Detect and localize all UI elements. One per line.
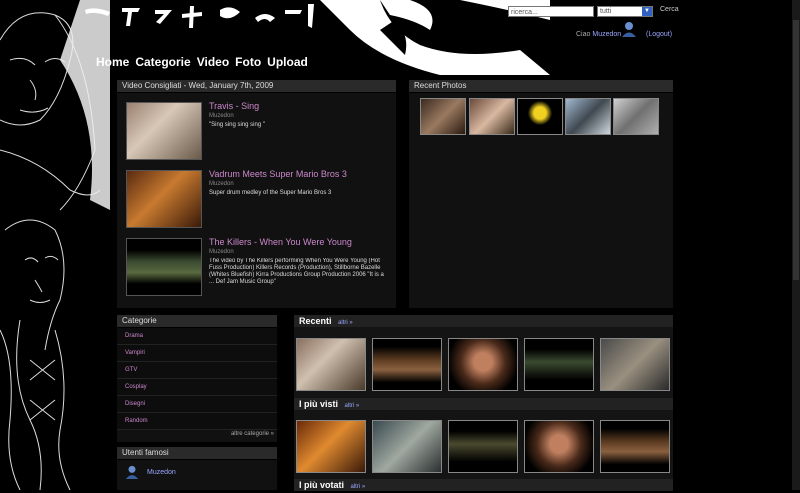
video-thumb[interactable] xyxy=(296,338,366,391)
famous-users-panel: Utenti famosi Muzedon xyxy=(117,447,277,490)
glyph-banner-logo xyxy=(85,4,314,28)
category-item[interactable]: Disegni xyxy=(117,396,277,413)
nav-categorie[interactable]: Categorie xyxy=(135,55,190,69)
video-thumb[interactable] xyxy=(296,420,366,473)
featured-title: Video Consigliati - Wed, January 7th, 20… xyxy=(117,80,396,93)
more-link[interactable]: altri » xyxy=(338,320,353,326)
video-thumb[interactable] xyxy=(524,338,594,391)
video-thumb[interactable] xyxy=(372,420,442,473)
video-thumb[interactable] xyxy=(600,420,670,473)
category-item[interactable]: GTV xyxy=(117,362,277,379)
search-button[interactable]: Cerca xyxy=(660,6,679,13)
user-avatar-icon xyxy=(125,465,139,479)
featured-desc-2: Super drum medley of the Super Mario Bro… xyxy=(209,190,332,196)
section-title: I più visti xyxy=(299,399,339,409)
video-thumb[interactable] xyxy=(600,338,670,391)
main-nav: Home Categorie Video Foto Upload xyxy=(96,55,308,69)
search-input[interactable]: ricerca... xyxy=(508,6,594,17)
piu-votati-header: I più votati altri » xyxy=(294,479,673,491)
featured-title-2[interactable]: Vadrum Meets Super Mario Bros 3 xyxy=(209,169,347,179)
user-greeting: Ciao Muzedon xyxy=(576,31,621,38)
featured-thumb-3[interactable] xyxy=(126,238,202,296)
search-type-value: tutti xyxy=(600,8,612,15)
category-item[interactable]: Cosplay xyxy=(117,379,277,396)
famous-users-title: Utenti famosi xyxy=(117,447,277,460)
section-title: I più votati xyxy=(299,480,344,490)
photo-thumb[interactable] xyxy=(565,98,611,135)
featured-user-3[interactable]: Muzedon xyxy=(209,249,234,255)
more-categories-link[interactable]: altre categorie » xyxy=(231,431,274,437)
featured-user-2[interactable]: Muzedon xyxy=(209,181,234,187)
categories-panel: Categorie Drama Vampiri GTV Cosplay Dise… xyxy=(117,315,277,442)
featured-videos-panel: Video Consigliati - Wed, January 7th, 20… xyxy=(117,80,396,308)
gothic-figures-artwork xyxy=(0,0,110,490)
chevron-down-icon[interactable]: ▼ xyxy=(642,7,652,16)
featured-desc-1: "Sing sing sing sing " xyxy=(209,122,265,128)
scrollbar-thumb[interactable] xyxy=(793,20,799,280)
featured-thumb-1[interactable] xyxy=(126,102,202,160)
photo-thumb[interactable] xyxy=(613,98,659,135)
nav-video[interactable]: Video xyxy=(197,55,229,69)
featured-desc-3: The video by The Killers performing When… xyxy=(209,258,384,285)
page-scrollbar[interactable] xyxy=(792,0,800,490)
photo-thumb[interactable] xyxy=(517,98,563,135)
featured-title-3[interactable]: The Killers - When You Were Young xyxy=(209,237,352,247)
nav-upload[interactable]: Upload xyxy=(267,55,308,69)
featured-thumb-2[interactable] xyxy=(126,170,202,228)
category-item[interactable]: Vampiri xyxy=(117,345,277,362)
recent-photos-panel: Recent Photos xyxy=(409,80,673,308)
recent-photos-title: Recent Photos xyxy=(409,80,673,93)
logout-link[interactable]: (Logout) xyxy=(646,31,672,38)
video-thumb[interactable] xyxy=(448,338,518,391)
greeting-text: Ciao xyxy=(576,31,591,38)
nav-home[interactable]: Home xyxy=(96,55,129,69)
more-link[interactable]: altri » xyxy=(351,484,366,490)
video-thumb[interactable] xyxy=(372,338,442,391)
avatar-icon[interactable] xyxy=(621,21,637,37)
featured-user-1[interactable]: Muzedon xyxy=(209,113,234,119)
video-thumb[interactable] xyxy=(448,420,518,473)
section-title: Recenti xyxy=(299,316,332,326)
video-thumb[interactable] xyxy=(524,420,594,473)
recenti-header: Recenti altri » xyxy=(294,315,673,327)
nav-foto[interactable]: Foto xyxy=(235,55,261,69)
featured-title-1[interactable]: Travis - Sing xyxy=(209,101,259,111)
categories-title: Categorie xyxy=(117,315,277,328)
famous-user-link[interactable]: Muzedon xyxy=(147,469,176,476)
user-name-link[interactable]: Muzedon xyxy=(592,31,621,38)
category-item[interactable]: Random xyxy=(117,413,277,430)
more-link[interactable]: altri » xyxy=(345,403,360,409)
category-item[interactable]: Drama xyxy=(117,328,277,345)
piu-visti-header: I più visti altri » xyxy=(294,398,673,410)
search-type-select[interactable]: tutti ▼ xyxy=(597,6,653,17)
photo-thumb[interactable] xyxy=(469,98,515,135)
photo-thumb[interactable] xyxy=(420,98,466,135)
